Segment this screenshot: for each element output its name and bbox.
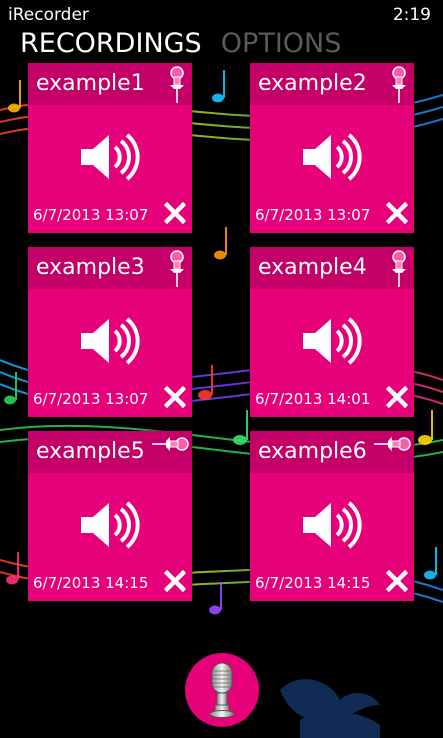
- close-icon[interactable]: [386, 202, 408, 224]
- recording-name: example3: [36, 255, 145, 280]
- recording-date: 6/7/2013 14:15: [33, 574, 149, 592]
- tile-header: example4: [250, 247, 414, 289]
- recording-name: example6: [258, 439, 367, 464]
- recording-name: example1: [36, 71, 145, 96]
- recording-date: 6/7/2013 14:15: [255, 574, 371, 592]
- pushpin-icon[interactable]: [372, 433, 412, 455]
- status-bar: iRecorder 2:19: [0, 0, 443, 30]
- pushpin-icon[interactable]: [150, 433, 190, 455]
- pushpin-icon[interactable]: [388, 65, 410, 105]
- speaker-icon: [303, 317, 362, 365]
- close-icon[interactable]: [386, 386, 408, 408]
- clock: 2:19: [392, 5, 431, 25]
- tab-options[interactable]: OPTIONS: [221, 28, 342, 59]
- tile-header: example5: [28, 431, 192, 473]
- app-screen: iRecorder 2:19 RECORDINGS OPTIONS exampl…: [0, 0, 443, 738]
- tile-header: example6: [250, 431, 414, 473]
- recording-date: 6/7/2013 14:01: [255, 390, 371, 408]
- tile-header: example3: [28, 247, 192, 289]
- recording-tile[interactable]: example4 6/7/2013 14:01: [250, 247, 414, 417]
- recording-tile[interactable]: example1 6/7/2013 13:07: [28, 63, 192, 233]
- recording-tile[interactable]: example3 6/7/2013 13:07: [28, 247, 192, 417]
- recording-tile[interactable]: example6 6/7/2013 14:15: [250, 431, 414, 601]
- speaker-icon: [303, 501, 362, 549]
- close-icon[interactable]: [386, 570, 408, 592]
- recording-date: 6/7/2013 13:07: [33, 206, 149, 224]
- pushpin-icon[interactable]: [388, 249, 410, 289]
- recording-date: 6/7/2013 13:07: [255, 206, 371, 224]
- close-icon[interactable]: [164, 570, 186, 592]
- record-button[interactable]: [185, 653, 259, 727]
- pushpin-icon[interactable]: [166, 249, 188, 289]
- recording-name: example2: [258, 71, 367, 96]
- speaker-icon: [81, 317, 140, 365]
- tile-header: example2: [250, 63, 414, 105]
- app-title: iRecorder: [8, 5, 89, 25]
- pivot-header: RECORDINGS OPTIONS: [20, 28, 355, 68]
- microphone-icon: [209, 662, 235, 718]
- recording-name: example5: [36, 439, 145, 464]
- speaker-icon: [303, 133, 362, 181]
- pushpin-icon[interactable]: [166, 65, 188, 105]
- recording-tile[interactable]: example2 6/7/2013 13:07: [250, 63, 414, 233]
- close-icon[interactable]: [164, 202, 186, 224]
- recording-tile[interactable]: example5 6/7/2013 14:15: [28, 431, 192, 601]
- recording-name: example4: [258, 255, 367, 280]
- recording-date: 6/7/2013 13:07: [33, 390, 149, 408]
- close-icon[interactable]: [164, 386, 186, 408]
- tab-recordings[interactable]: RECORDINGS: [20, 28, 202, 59]
- speaker-icon: [81, 501, 140, 549]
- tile-header: example1: [28, 63, 192, 105]
- speaker-icon: [81, 133, 140, 181]
